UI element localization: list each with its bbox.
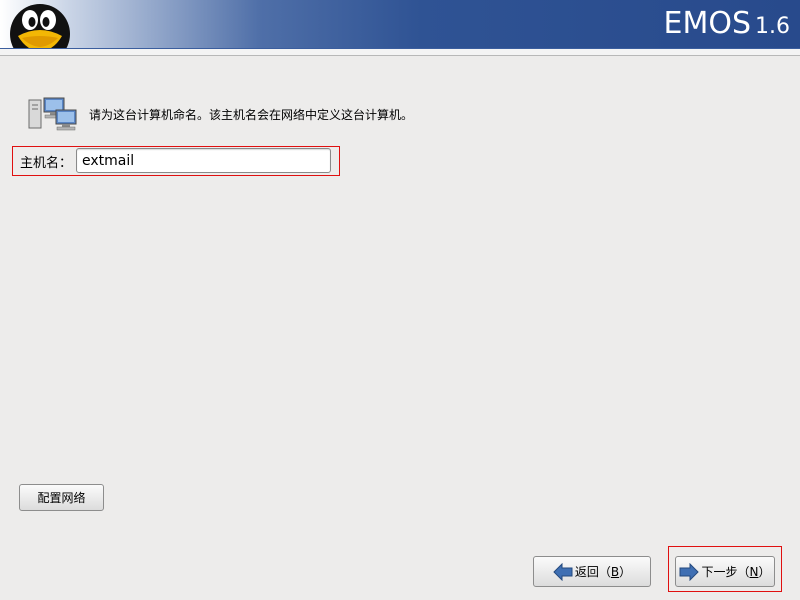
installer-window: EMOS 1.6 请为这台计算机命名。该主机名会在网络中定义这台计算机。 主机名：… <box>0 0 800 600</box>
back-label-suffix: ） <box>619 565 632 579</box>
next-button[interactable]: 下一步（ N） <box>675 556 775 587</box>
back-label: 返回（ <box>574 565 611 579</box>
header-banner: EMOS 1.6 <box>0 0 800 48</box>
brand-name: EMOS <box>663 6 752 41</box>
next-label: 下一步（ <box>701 565 750 579</box>
arrow-left-icon <box>553 562 573 581</box>
brand-title: EMOS 1.6 <box>664 6 791 41</box>
intro-text: 请为这台计算机命名。该主机名会在网络中定义这台计算机。 <box>89 108 414 122</box>
back-button[interactable]: 返回（ B） <box>533 556 651 587</box>
next-label-suffix: ） <box>758 565 771 579</box>
brand-version: 1.6 <box>755 14 790 39</box>
hostname-label: 主机名： <box>20 156 73 171</box>
arrow-right-icon <box>679 562 700 581</box>
header-divider <box>0 55 800 56</box>
tux-penguin-icon <box>10 4 70 48</box>
configure-network-button[interactable]: 配置网络 <box>19 484 104 511</box>
back-shortcut-key: B <box>610 564 620 579</box>
next-shortcut-key: N <box>749 564 759 579</box>
network-computers-icon <box>28 97 77 131</box>
hostname-input[interactable] <box>76 148 331 173</box>
